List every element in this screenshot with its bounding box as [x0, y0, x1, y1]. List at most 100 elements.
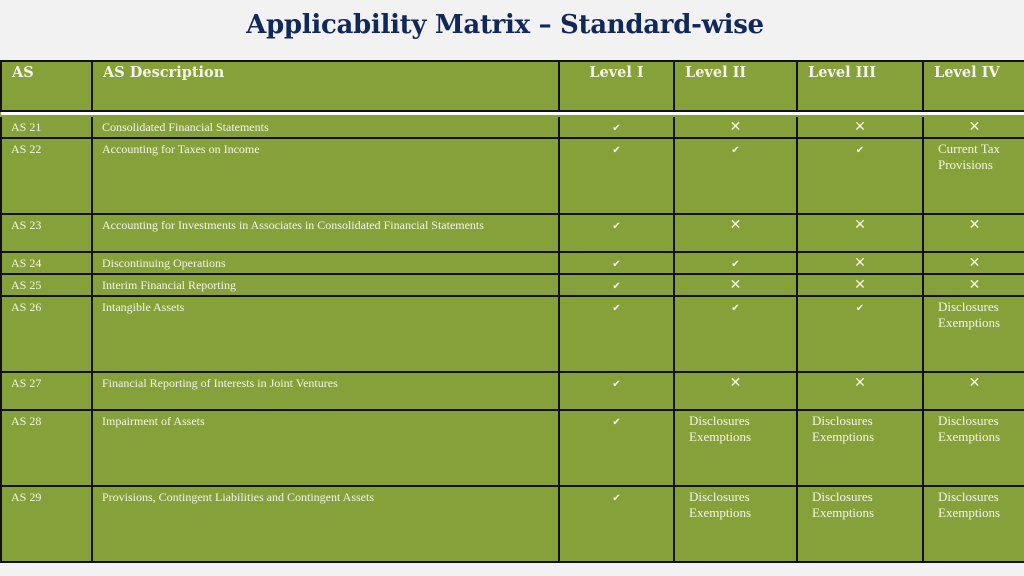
level-4-cell: ✕ — [922, 371, 1024, 411]
level-4-cell: Disclosures Exemptions — [922, 485, 1024, 563]
cross-icon: ✕ — [854, 277, 866, 293]
as-description-cell: Discontinuing Operations — [91, 251, 560, 275]
as-description-cell: Consolidated Financial Statements — [91, 115, 560, 139]
level-4-cell: Disclosures Exemptions — [922, 409, 1024, 487]
header-level-3: Level III — [796, 60, 924, 112]
check-icon: ✔ — [612, 493, 621, 504]
cross-icon: ✕ — [854, 119, 866, 135]
level-2-cell: ✔ — [673, 137, 798, 215]
header-level-1: Level I — [558, 60, 675, 112]
as-description-cell: Intangible Assets — [91, 295, 560, 373]
cross-icon: ✕ — [854, 217, 866, 233]
as-number-cell: AS 24 — [0, 251, 93, 275]
level-4-cell: Current Tax Provisions — [922, 137, 1024, 215]
level-2-cell: ✔ — [673, 251, 798, 275]
as-description-cell: Provisions, Contingent Liabilities and C… — [91, 485, 560, 563]
as-description-cell: Financial Reporting of Interests in Join… — [91, 371, 560, 411]
check-icon: ✔ — [731, 259, 740, 270]
table-row: AS 21 Consolidated Financial Statements ✔ ✕… — [0, 115, 1024, 139]
level-1-cell: ✔ — [558, 295, 675, 373]
as-description-cell: Accounting for Taxes on Income — [91, 137, 560, 215]
check-icon: ✔ — [612, 281, 621, 292]
table-row: AS 26 Intangible Assets ✔ ✔ ✔ Disclosures Exe… — [0, 295, 1024, 373]
as-description-cell: Impairment of Assets — [91, 409, 560, 487]
level-1-cell: ✔ — [558, 115, 675, 139]
table-row: AS 27 Financial Reporting of Interests in… — [0, 371, 1024, 411]
header-level-2: Level II — [673, 60, 798, 112]
level-1-cell: ✔ — [558, 213, 675, 253]
level-1-cell: ✔ — [558, 371, 675, 411]
table-row: AS 25 Interim Financial Reporting ✔ ✕ ✕ ✕ — [0, 273, 1024, 297]
level-1-cell: ✔ — [558, 485, 675, 563]
level-3-cell: Disclosures Exemptions — [796, 485, 924, 563]
level-3-cell: ✕ — [796, 251, 924, 275]
level-4-cell: ✕ — [922, 115, 1024, 139]
as-description-cell: Interim Financial Reporting — [91, 273, 560, 297]
level-2-cell: ✕ — [673, 273, 798, 297]
as-number-cell: AS 23 — [0, 213, 93, 253]
check-icon: ✔ — [612, 123, 621, 134]
check-icon: ✔ — [612, 379, 621, 390]
as-number-cell: AS 27 — [0, 371, 93, 411]
level-4-cell: ✕ — [922, 273, 1024, 297]
cross-icon: ✕ — [854, 375, 866, 391]
level-1-cell: ✔ — [558, 137, 675, 215]
cross-icon: ✕ — [968, 375, 981, 391]
applicability-matrix-table: AS AS Description Level I Level II Level… — [0, 60, 1024, 563]
level-3-cell: ✔ — [796, 137, 924, 215]
page-title: Applicability Matrix – Standard-wise — [246, 10, 764, 40]
header-description: AS Description — [91, 60, 560, 112]
level-1-cell: ✔ — [558, 273, 675, 297]
cross-icon: ✕ — [968, 277, 981, 293]
cross-icon: ✕ — [968, 119, 981, 135]
level-4-cell: Disclosures Exemptions — [922, 295, 1024, 373]
cross-icon: ✕ — [729, 375, 742, 391]
cross-icon: ✕ — [729, 277, 742, 293]
level-3-cell: ✕ — [796, 371, 924, 411]
table-row: AS 29 Provisions, Contingent Liabilities … — [0, 485, 1024, 563]
level-3-cell: Disclosures Exemptions — [796, 409, 924, 487]
level-1-cell: ✔ — [558, 409, 675, 487]
check-icon: ✔ — [855, 145, 865, 156]
level-2-cell: Disclosures Exemptions — [673, 409, 798, 487]
level-3-cell: ✕ — [796, 273, 924, 297]
header-as: AS — [0, 60, 93, 112]
as-number-cell: AS 26 — [0, 295, 93, 373]
table-row: AS 22 Accounting for Taxes on Income ✔ ✔ ✔ Cu… — [0, 137, 1024, 215]
cross-icon: ✕ — [968, 255, 981, 271]
as-number-cell: AS 28 — [0, 409, 93, 487]
level-3-cell: ✔ — [796, 295, 924, 373]
check-icon: ✔ — [612, 221, 621, 232]
as-number-cell: AS 29 — [0, 485, 93, 563]
level-2-cell: ✔ — [673, 295, 798, 373]
table-row: AS 28 Impairment of Assets ✔ Disclosures Ex… — [0, 409, 1024, 487]
level-1-cell: ✔ — [558, 251, 675, 275]
as-number-cell: AS 21 — [0, 115, 93, 139]
level-2-cell: Disclosures Exemptions — [673, 485, 798, 563]
cross-icon: ✕ — [729, 119, 742, 135]
level-4-cell: ✕ — [922, 251, 1024, 275]
as-description-cell: Accounting for Investments in Associates… — [91, 213, 560, 253]
check-icon: ✔ — [612, 145, 621, 156]
check-icon: ✔ — [731, 145, 740, 156]
table-row: AS 23 Accounting for Investments in Assoc… — [0, 213, 1024, 253]
level-4-cell: ✕ — [922, 213, 1024, 253]
check-icon: ✔ — [612, 259, 621, 270]
table-row: AS 24 Discontinuing Operations ✔ ✔ ✕ ✕ — [0, 251, 1024, 275]
check-icon: ✔ — [855, 303, 865, 314]
cross-icon: ✕ — [968, 217, 981, 233]
header-level-4: Level IV — [922, 60, 1024, 112]
as-number-cell: AS 25 — [0, 273, 93, 297]
level-2-cell: ✕ — [673, 371, 798, 411]
level-2-cell: ✕ — [673, 115, 798, 139]
check-icon: ✔ — [612, 303, 621, 314]
cross-icon: ✕ — [729, 217, 742, 233]
check-icon: ✔ — [612, 417, 621, 428]
header-row: AS AS Description Level I Level II Level… — [0, 60, 1024, 112]
level-2-cell: ✕ — [673, 213, 798, 253]
cross-icon: ✕ — [854, 255, 866, 271]
as-number-cell: AS 22 — [0, 137, 93, 215]
level-3-cell: ✕ — [796, 213, 924, 253]
check-icon: ✔ — [731, 303, 740, 314]
level-3-cell: ✕ — [796, 115, 924, 139]
